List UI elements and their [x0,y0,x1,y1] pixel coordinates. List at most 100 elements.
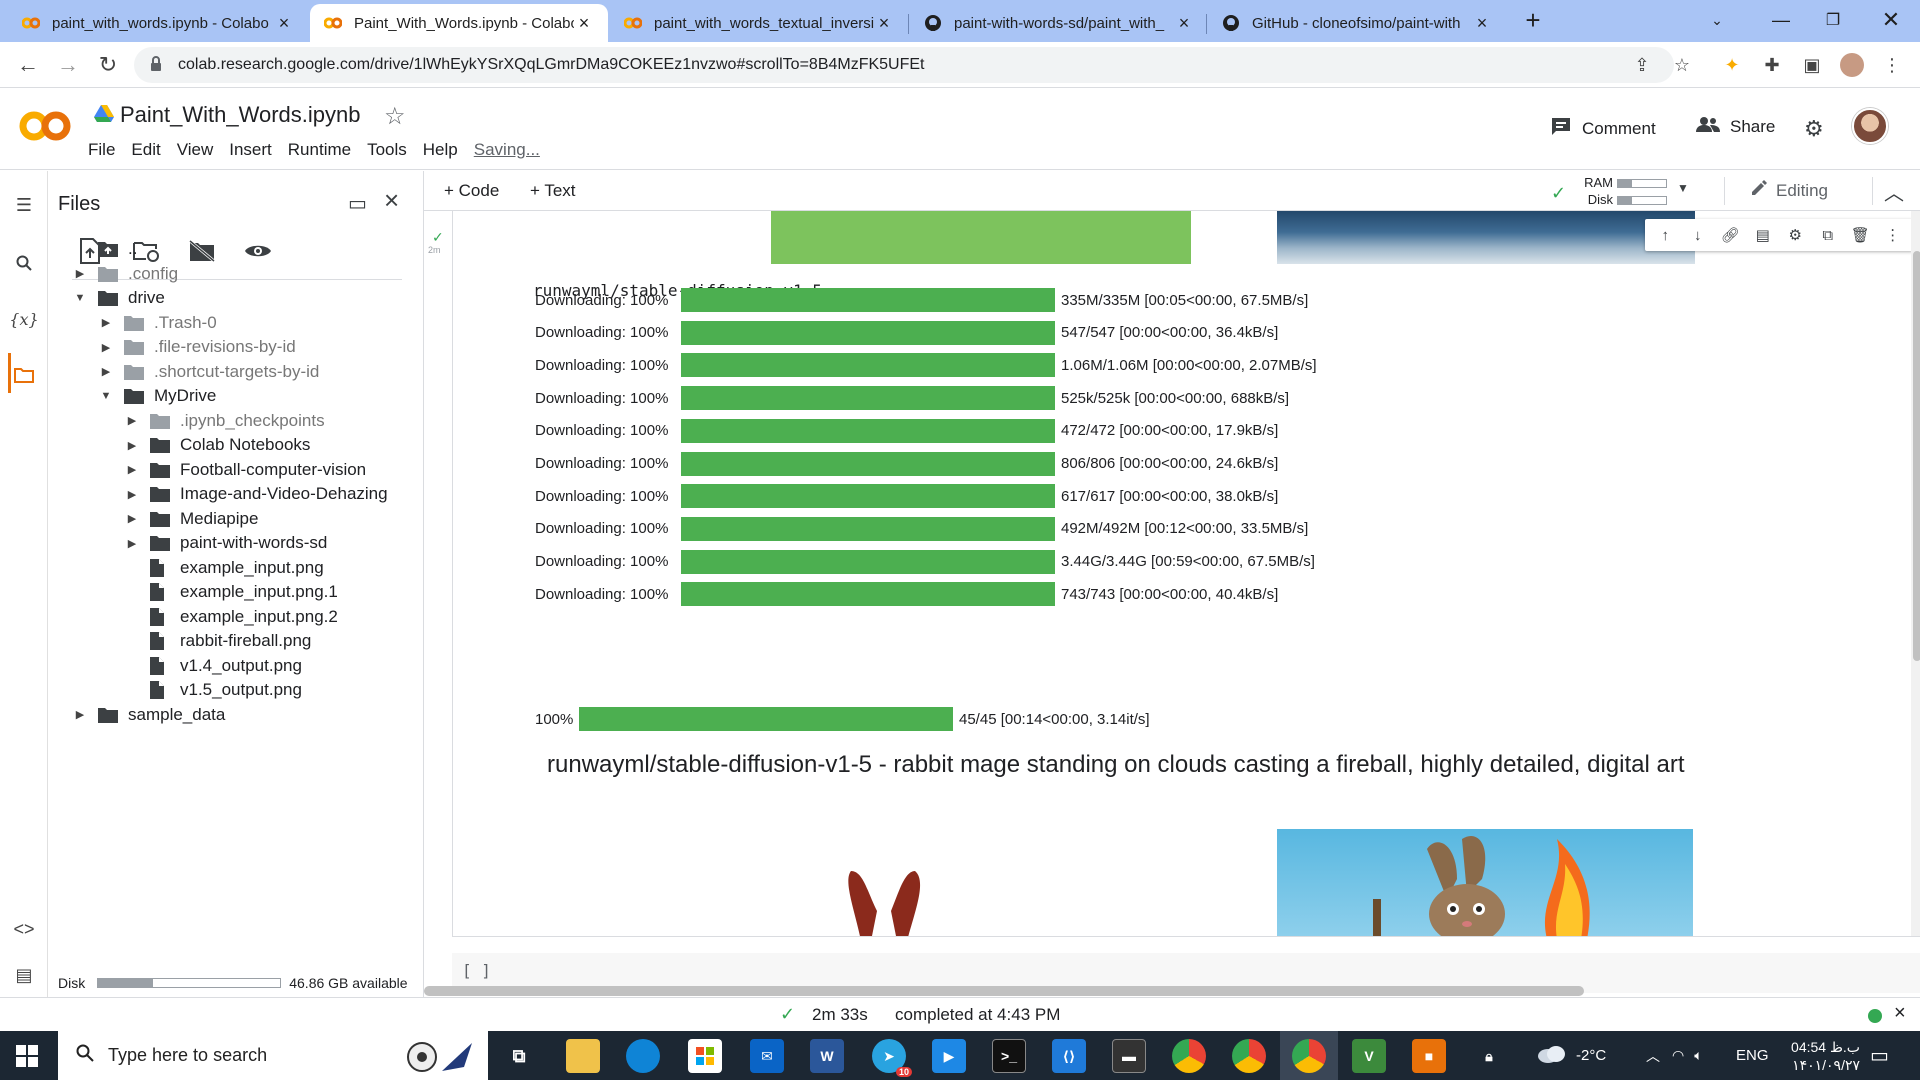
share-button[interactable]: Share [1696,116,1775,137]
settings-gear-icon[interactable]: ⚙ [1804,116,1824,142]
menu-insert[interactable]: Insert [229,140,272,160]
chrome-menu-icon[interactable]: ⋮ [1876,49,1908,81]
chrome-icon[interactable] [1172,1039,1206,1073]
menu-help[interactable]: Help [423,140,458,160]
notification-center-icon[interactable]: ▭ [1870,1031,1889,1080]
cell-settings-icon[interactable]: ⚙ [1783,223,1807,247]
user-avatar[interactable] [1852,108,1888,144]
minimize-button[interactable]: — [1758,0,1804,40]
menu-view[interactable]: View [177,140,214,160]
browser-tab[interactable]: paint_with_words.ipynb - Colabo × [8,4,308,42]
menu-runtime[interactable]: Runtime [288,140,351,160]
forward-button[interactable]: → [52,49,84,81]
menu-edit[interactable]: Edit [131,140,160,160]
add-code-button[interactable]: + Code [444,181,499,201]
collapse-header-chevron-icon[interactable]: ︿ [1884,177,1904,206]
output-scrollbar[interactable] [1911,211,1920,936]
chrome-icon[interactable] [1292,1039,1326,1073]
telegram-icon[interactable]: ➤ 10 [872,1039,912,1077]
table-of-contents-icon[interactable]: ☰ [0,187,48,223]
caret-right-icon[interactable]: ▶ [124,512,140,525]
caret-down-icon[interactable]: ▼ [98,390,114,402]
colab-logo[interactable] [18,110,74,151]
elapsed-time[interactable]: 2m 33s [812,1005,868,1025]
unmount-drive-icon[interactable] [184,233,220,269]
files-folder-icon[interactable] [0,357,48,393]
caret-right-icon[interactable]: ▶ [124,537,140,550]
browser-tab-active[interactable]: Paint_With_Words.ipynb - Colabo × [310,4,608,42]
bookmark-star-icon[interactable]: ☆ [1666,49,1698,81]
open-in-tab-icon[interactable]: ▭ [348,191,367,216]
tab-close-icon[interactable]: × [574,13,594,34]
reload-button[interactable]: ↻ [92,49,124,81]
caret-right-icon[interactable]: ▶ [124,439,140,452]
editing-mode-button[interactable]: Editing [1750,179,1828,202]
caret-right-icon[interactable]: ▶ [72,267,88,280]
vim-icon[interactable]: V [1352,1039,1386,1073]
search-icon[interactable] [0,245,48,281]
saving-status[interactable]: Saving... [474,140,540,160]
notebook-title[interactable]: Paint_With_Words.ipynb [120,102,361,128]
show-hidden-files-icon[interactable] [240,233,276,269]
mail-icon[interactable]: ✉ [750,1039,784,1073]
file-explorer-icon[interactable] [566,1039,600,1073]
caret-right-icon[interactable]: ▶ [124,488,140,501]
delete-icon[interactable]: 🗑︎ [1848,223,1872,247]
horizontal-scrollbar[interactable] [424,986,1584,996]
browser-tab[interactable]: paint-with-words-sd/paint_with_ × [910,4,1208,42]
profile-avatar-icon[interactable] [1836,49,1868,81]
ram-disk-indicator[interactable]: ✓ RAM Disk ▼ [1551,175,1691,209]
comment-cell-icon[interactable]: ▤ [1751,223,1775,247]
restore-button[interactable]: ❐ [1810,0,1856,40]
side-panel-icon[interactable]: ▣ [1796,49,1828,81]
weather-widget[interactable]: -2°C [1536,1031,1606,1080]
edge-icon[interactable] [626,1039,660,1073]
store-icon[interactable] [688,1039,722,1073]
menu-file[interactable]: File [88,140,115,160]
comment-button[interactable]: Comment [1550,116,1656,141]
close-window-button[interactable]: ✕ [1868,0,1914,40]
extension-icon[interactable]: ✦ [1716,49,1748,81]
tab-close-icon[interactable]: × [274,13,294,34]
language-indicator[interactable]: ENG [1736,1031,1769,1080]
browser-tab[interactable]: GitHub - cloneofsimo/paint-with × [1208,4,1506,42]
star-icon[interactable]: ☆ [384,102,406,131]
caret-right-icon[interactable]: ▶ [98,316,114,329]
caret-down-icon[interactable]: ▼ [72,292,88,304]
system-tray[interactable]: ︿ ◠ 🔈︎ [1646,1031,1703,1080]
caret-right-icon[interactable]: ▶ [98,365,114,378]
add-text-button[interactable]: + Text [530,181,576,201]
tab-close-icon[interactable]: × [874,13,894,34]
tab-search-chevron-icon[interactable]: ⌄ [1694,0,1740,40]
variables-icon[interactable]: {x} [0,301,48,337]
lock-app-icon[interactable]: 🔒︎ [1472,1039,1506,1073]
caret-right-icon[interactable]: ▶ [124,414,140,427]
app-window-icon[interactable]: ▬ [1112,1039,1146,1073]
close-panel-icon[interactable]: × [384,185,399,216]
code-snippets-icon[interactable]: <> [0,911,48,947]
terminal-app-icon[interactable]: >_ [992,1039,1026,1073]
terminal-icon[interactable]: ▤ [0,957,48,993]
output-scrollbar-thumb[interactable] [1913,251,1920,661]
video-recorder-icon[interactable]: ■ [1412,1039,1446,1073]
word-icon[interactable]: W [810,1039,844,1073]
new-tab-button[interactable]: + [1510,0,1556,40]
tab-close-icon[interactable]: × [1174,13,1194,34]
taskbar-search-box[interactable]: Type here to search [58,1031,488,1080]
move-up-icon[interactable]: ↑ [1653,223,1677,247]
media-player-icon[interactable]: ▶ [932,1039,966,1073]
caret-right-icon[interactable]: ▶ [124,463,140,476]
browser-tab[interactable]: paint_with_words_textual_inversio × [610,4,908,42]
link-icon[interactable]: 🔗︎ [1718,223,1742,247]
chrome-icon[interactable] [1232,1039,1266,1073]
extensions-puzzle-icon[interactable]: ✚ [1756,49,1788,81]
more-options-icon[interactable]: ⋮ [1881,223,1905,247]
task-view-icon[interactable]: ⧉ [502,1039,536,1073]
caret-right-icon[interactable]: ▶ [98,341,114,354]
move-down-icon[interactable]: ↓ [1686,223,1710,247]
menu-tools[interactable]: Tools [367,140,407,160]
folder-item[interactable]: ▶ sample_data [72,700,226,730]
caret-right-icon[interactable]: ▶ [72,708,88,721]
tab-close-icon[interactable]: × [1472,13,1492,34]
windows-start-icon[interactable] [16,1045,38,1072]
